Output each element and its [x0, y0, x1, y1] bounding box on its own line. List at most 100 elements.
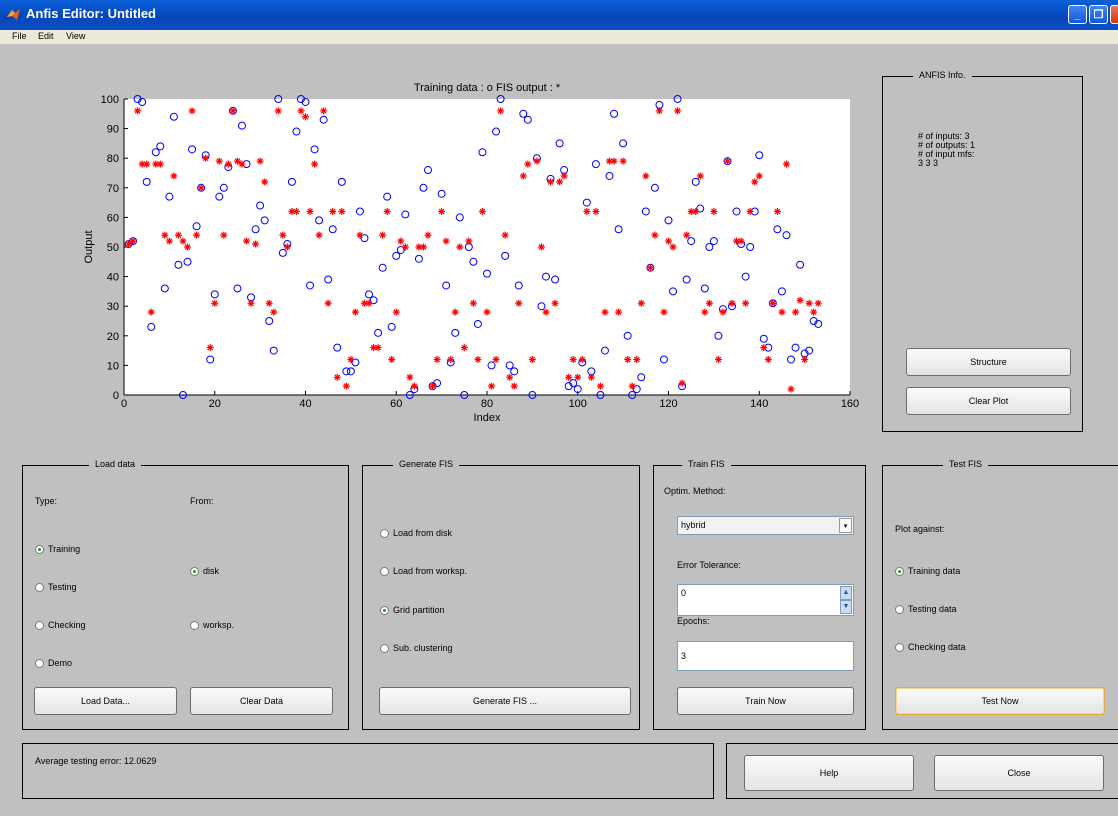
- fis-output-point: [460, 344, 468, 352]
- radio-load-from-worksp[interactable]: Load from worksp.: [380, 566, 467, 576]
- x-tick-label: 20: [209, 398, 221, 410]
- fis-output-point: [610, 157, 618, 165]
- training-data-point: [260, 216, 269, 225]
- fis-output-point: [383, 207, 391, 215]
- fis-output-point: [451, 308, 459, 316]
- epochs-field[interactable]: 3: [677, 641, 854, 671]
- clear-data-button[interactable]: Clear Data: [190, 687, 333, 715]
- fis-output-point: [220, 231, 228, 239]
- training-data-point: [519, 109, 528, 118]
- fis-output-point: [161, 231, 169, 239]
- train-fis-panel: Train FIS Optim. Method: hybrid ▾ Error …: [653, 459, 866, 730]
- radio-testing[interactable]: Testing: [35, 582, 77, 592]
- training-data-point: [206, 355, 215, 364]
- info-mf-counts: 3 3 3: [918, 158, 939, 168]
- fis-output-point: [297, 107, 305, 115]
- training-data-point: [777, 287, 786, 296]
- close-button[interactable]: Close: [934, 755, 1104, 791]
- fis-output-point: [547, 178, 555, 186]
- fis-output-point: [583, 207, 591, 215]
- fis-output-point: [801, 355, 809, 363]
- radio-label: disk: [203, 566, 220, 576]
- training-data-point: [659, 355, 668, 364]
- fis-output-point: [742, 299, 750, 307]
- fis-output-point: [238, 160, 246, 168]
- test-now-button[interactable]: Test Now: [895, 687, 1105, 715]
- radio-checking-data[interactable]: Checking data: [895, 642, 966, 652]
- y-tick-label: 90: [107, 124, 119, 136]
- fis-output-point: [447, 355, 455, 363]
- fis-output-point: [778, 308, 786, 316]
- fis-output-point: [796, 296, 804, 304]
- training-data-point: [274, 95, 283, 103]
- fis-output-point: [542, 308, 550, 316]
- training-data-point: [669, 287, 678, 296]
- radio-training[interactable]: Training: [35, 544, 80, 554]
- fis-output-point: [265, 299, 273, 307]
- radio-sub-clustering[interactable]: Sub. clustering: [380, 643, 453, 653]
- training-data-point: [755, 151, 764, 160]
- training-data-point: [401, 210, 410, 219]
- chevron-down-icon[interactable]: ▼: [840, 600, 852, 614]
- generate-fis-button[interactable]: Generate FIS ...: [379, 687, 631, 715]
- training-data-point: [782, 231, 791, 240]
- radio-testing-data[interactable]: Testing data: [895, 604, 957, 614]
- fis-output-point: [655, 107, 663, 115]
- radio-dot: [895, 566, 904, 576]
- fis-output-point: [714, 355, 722, 363]
- radio-checking[interactable]: Checking: [35, 620, 86, 630]
- training-data-point: [600, 346, 609, 355]
- fis-output-point: [524, 160, 532, 168]
- fis-output-point: [710, 207, 718, 215]
- fis-output-point: [596, 382, 604, 390]
- fis-output-point: [170, 172, 178, 180]
- fis-output-point: [134, 107, 142, 115]
- training-data-point: [374, 328, 383, 337]
- training-data-point: [219, 183, 228, 192]
- training-data-point: [487, 361, 496, 370]
- training-data-point: [414, 254, 423, 263]
- fis-output-point: [537, 243, 545, 251]
- clear-plot-button[interactable]: Clear Plot: [906, 387, 1071, 415]
- fis-output-point: [315, 231, 323, 239]
- fis-output-point: [156, 160, 164, 168]
- status-panel: Average testing error: 12.0629: [22, 743, 714, 799]
- train-now-button[interactable]: Train Now: [677, 687, 854, 715]
- radio-load-from-disk[interactable]: Load from disk: [380, 528, 452, 538]
- fis-output-point: [592, 207, 600, 215]
- load-data-button[interactable]: Load Data...: [34, 687, 177, 715]
- chevron-down-icon[interactable]: ▾: [839, 518, 852, 533]
- radio-dot: [895, 604, 904, 614]
- radio-worksp[interactable]: worksp.: [190, 620, 234, 630]
- training-data-point: [773, 225, 782, 234]
- fis-output-point: [723, 157, 731, 165]
- fis-output-point: [174, 231, 182, 239]
- fis-output-point: [678, 379, 686, 387]
- epochs-label: Epochs:: [677, 616, 710, 626]
- radio-dot: [35, 658, 44, 668]
- fis-output-point: [311, 160, 319, 168]
- fis-output-point: [665, 237, 672, 245]
- training-data-point: [156, 142, 165, 151]
- chevron-up-icon[interactable]: ▲: [840, 586, 852, 600]
- radio-disk[interactable]: disk: [190, 566, 219, 576]
- fis-output-point: [379, 231, 387, 239]
- training-data-point: [188, 145, 197, 154]
- structure-button[interactable]: Structure: [906, 348, 1071, 376]
- radio-training-data[interactable]: Training data: [895, 566, 960, 576]
- radio-demo[interactable]: Demo: [35, 658, 72, 668]
- training-data-point: [483, 269, 491, 278]
- load-data-title: Load data: [89, 459, 142, 469]
- error-tolerance-field[interactable]: 0 ▲ ▼: [677, 584, 854, 616]
- fis-output-point: [601, 308, 609, 316]
- radio-label: Checking data: [908, 642, 966, 652]
- anfis-info-title: ANFIS Info.: [913, 70, 972, 80]
- radio-grid-partition[interactable]: Grid partition: [380, 605, 445, 615]
- help-button[interactable]: Help: [744, 755, 914, 791]
- optim-method-select[interactable]: hybrid ▾: [677, 516, 854, 535]
- fis-output-point: [642, 172, 650, 180]
- training-data-point: [337, 177, 346, 186]
- radio-dot: [190, 620, 199, 630]
- fis-output-point: [483, 308, 491, 316]
- fis-output-point: [392, 308, 400, 316]
